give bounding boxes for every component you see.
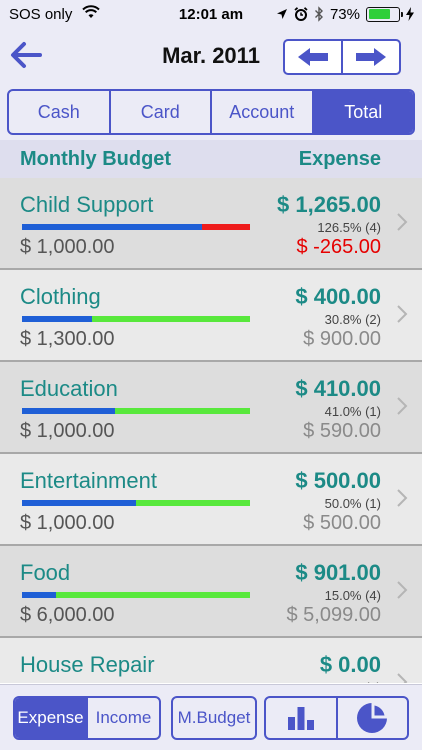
expense-amount: $ 1,265.00 — [277, 192, 381, 217]
tab-card[interactable]: Card — [108, 91, 211, 133]
budget-progress-bar — [22, 592, 250, 598]
chevron-right-icon — [397, 397, 408, 415]
right-arrow-icon — [356, 48, 386, 66]
category-name: Education — [20, 376, 118, 401]
expense-amount: $ 901.00 — [295, 560, 381, 585]
budget-row[interactable]: House Repair $ 0.00 0.0% (0) — [0, 638, 422, 683]
income-mode-button[interactable]: Income — [86, 698, 159, 738]
chevron-right-icon — [397, 581, 408, 599]
list-header: Monthly Budget Expense — [0, 140, 422, 178]
category-name: Entertainment — [20, 468, 157, 493]
budget-row[interactable]: Education $ 410.00 $ 1,000.00 41.0% (1) $ 59… — [0, 362, 422, 454]
remaining-amount: $ 900.00 — [303, 328, 381, 350]
remaining-amount: $ 5,099.00 — [286, 604, 381, 626]
chevron-right-icon — [397, 213, 408, 231]
budget-row[interactable]: Clothing $ 400.00 $ 1,300.00 30.8% (2) $ 900… — [0, 270, 422, 362]
progress-over-fill — [202, 224, 250, 230]
budget-amount: $ 1,000.00 — [20, 236, 115, 258]
chevron-right-icon — [397, 489, 408, 507]
budget-list: Child Support $ 1,265.00 $ 1,000.00 126.5% … — [0, 178, 422, 683]
battery-percent: 73% — [329, 5, 360, 23]
charging-bolt-icon — [406, 7, 414, 21]
progress-used-fill — [22, 500, 136, 506]
category-name: Child Support — [20, 192, 154, 217]
battery-icon — [366, 6, 403, 22]
status-bar: SOS only 12:01 am 73% — [0, 0, 422, 30]
battery-level — [368, 9, 390, 19]
pie-chart-button[interactable] — [335, 698, 408, 738]
previous-month-button[interactable] — [285, 41, 341, 73]
location-arrow-icon — [276, 9, 287, 19]
usage-percent: 30.8% (2) — [324, 312, 381, 327]
chevron-right-icon — [397, 673, 408, 683]
expense-amount: $ 0.00 — [319, 652, 381, 677]
mode-segmented-control: Expense Income — [13, 696, 161, 740]
expense-amount: $ 400.00 — [295, 284, 381, 309]
account-filter-bar: Cash Card Account Total — [0, 82, 422, 140]
category-name: Food — [20, 560, 71, 585]
usage-percent: 0.0% (0) — [332, 680, 381, 683]
budget-row[interactable]: Child Support $ 1,265.00 $ 1,000.00 126.5% … — [0, 178, 422, 270]
expense-amount: $ 500.00 — [295, 468, 381, 493]
usage-percent: 126.5% (4) — [317, 220, 381, 235]
budget-row[interactable]: Food $ 901.00 $ 6,000.00 15.0% (4) $ 5,099.0… — [0, 546, 422, 638]
account-segmented-control: Cash Card Account Total — [7, 89, 415, 135]
usage-percent: 15.0% (4) — [324, 588, 381, 603]
budget-progress-bar — [22, 224, 250, 230]
usage-percent: 50.0% (1) — [324, 496, 381, 511]
next-month-button[interactable] — [341, 41, 399, 73]
expense-amount: $ 410.00 — [295, 376, 381, 401]
category-name: Clothing — [20, 284, 101, 309]
progress-used-fill — [22, 224, 203, 230]
pie-chart-icon — [357, 702, 388, 733]
progress-used-fill — [22, 316, 93, 322]
budget-amount: $ 6,000.00 — [20, 604, 115, 626]
budget-progress-bar — [22, 408, 250, 414]
chart-button-group — [264, 696, 409, 740]
expense-heading: Expense — [298, 148, 381, 170]
monthly-budget-button[interactable]: M.Budget — [173, 698, 255, 738]
expense-mode-button[interactable]: Expense — [15, 698, 86, 738]
budget-amount: $ 1,000.00 — [20, 420, 115, 442]
progress-used-fill — [22, 408, 116, 414]
budget-row[interactable]: Entertainment $ 500.00 $ 1,000.00 50.0% (1)… — [0, 454, 422, 546]
mbudget-group: M.Budget — [171, 696, 257, 740]
bar-chart-button[interactable] — [266, 698, 336, 738]
remaining-amount: $ 590.00 — [303, 420, 381, 442]
left-arrow-icon — [298, 48, 328, 66]
bluetooth-icon — [314, 6, 323, 22]
monthly-budget-heading: Monthly Budget — [20, 148, 172, 170]
bottom-toolbar: Expense Income M.Budget — [0, 684, 422, 750]
budget-amount: $ 1,000.00 — [20, 512, 115, 534]
remaining-amount: $ 500.00 — [303, 512, 381, 534]
remaining-amount: $ -265.00 — [296, 236, 381, 258]
budget-progress-bar — [22, 500, 250, 506]
tab-account[interactable]: Account — [210, 91, 312, 133]
bar-chart-icon — [287, 707, 314, 730]
month-title: Mar. 2011 — [162, 43, 260, 68]
budget-amount: $ 1,300.00 — [20, 328, 115, 350]
chevron-right-icon — [397, 305, 408, 323]
progress-used-fill — [22, 592, 57, 598]
month-pager — [283, 39, 401, 75]
status-right: 73% — [276, 5, 414, 23]
tab-cash[interactable]: Cash — [9, 91, 109, 133]
back-arrow-icon[interactable] — [10, 40, 42, 70]
navigation-bar: Mar. 2011 — [0, 30, 422, 82]
category-name: House Repair — [20, 652, 155, 677]
usage-percent: 41.0% (1) — [324, 404, 381, 419]
alarm-clock-icon — [294, 7, 308, 21]
budget-progress-bar — [22, 316, 250, 322]
tab-total[interactable]: Total — [311, 91, 413, 133]
